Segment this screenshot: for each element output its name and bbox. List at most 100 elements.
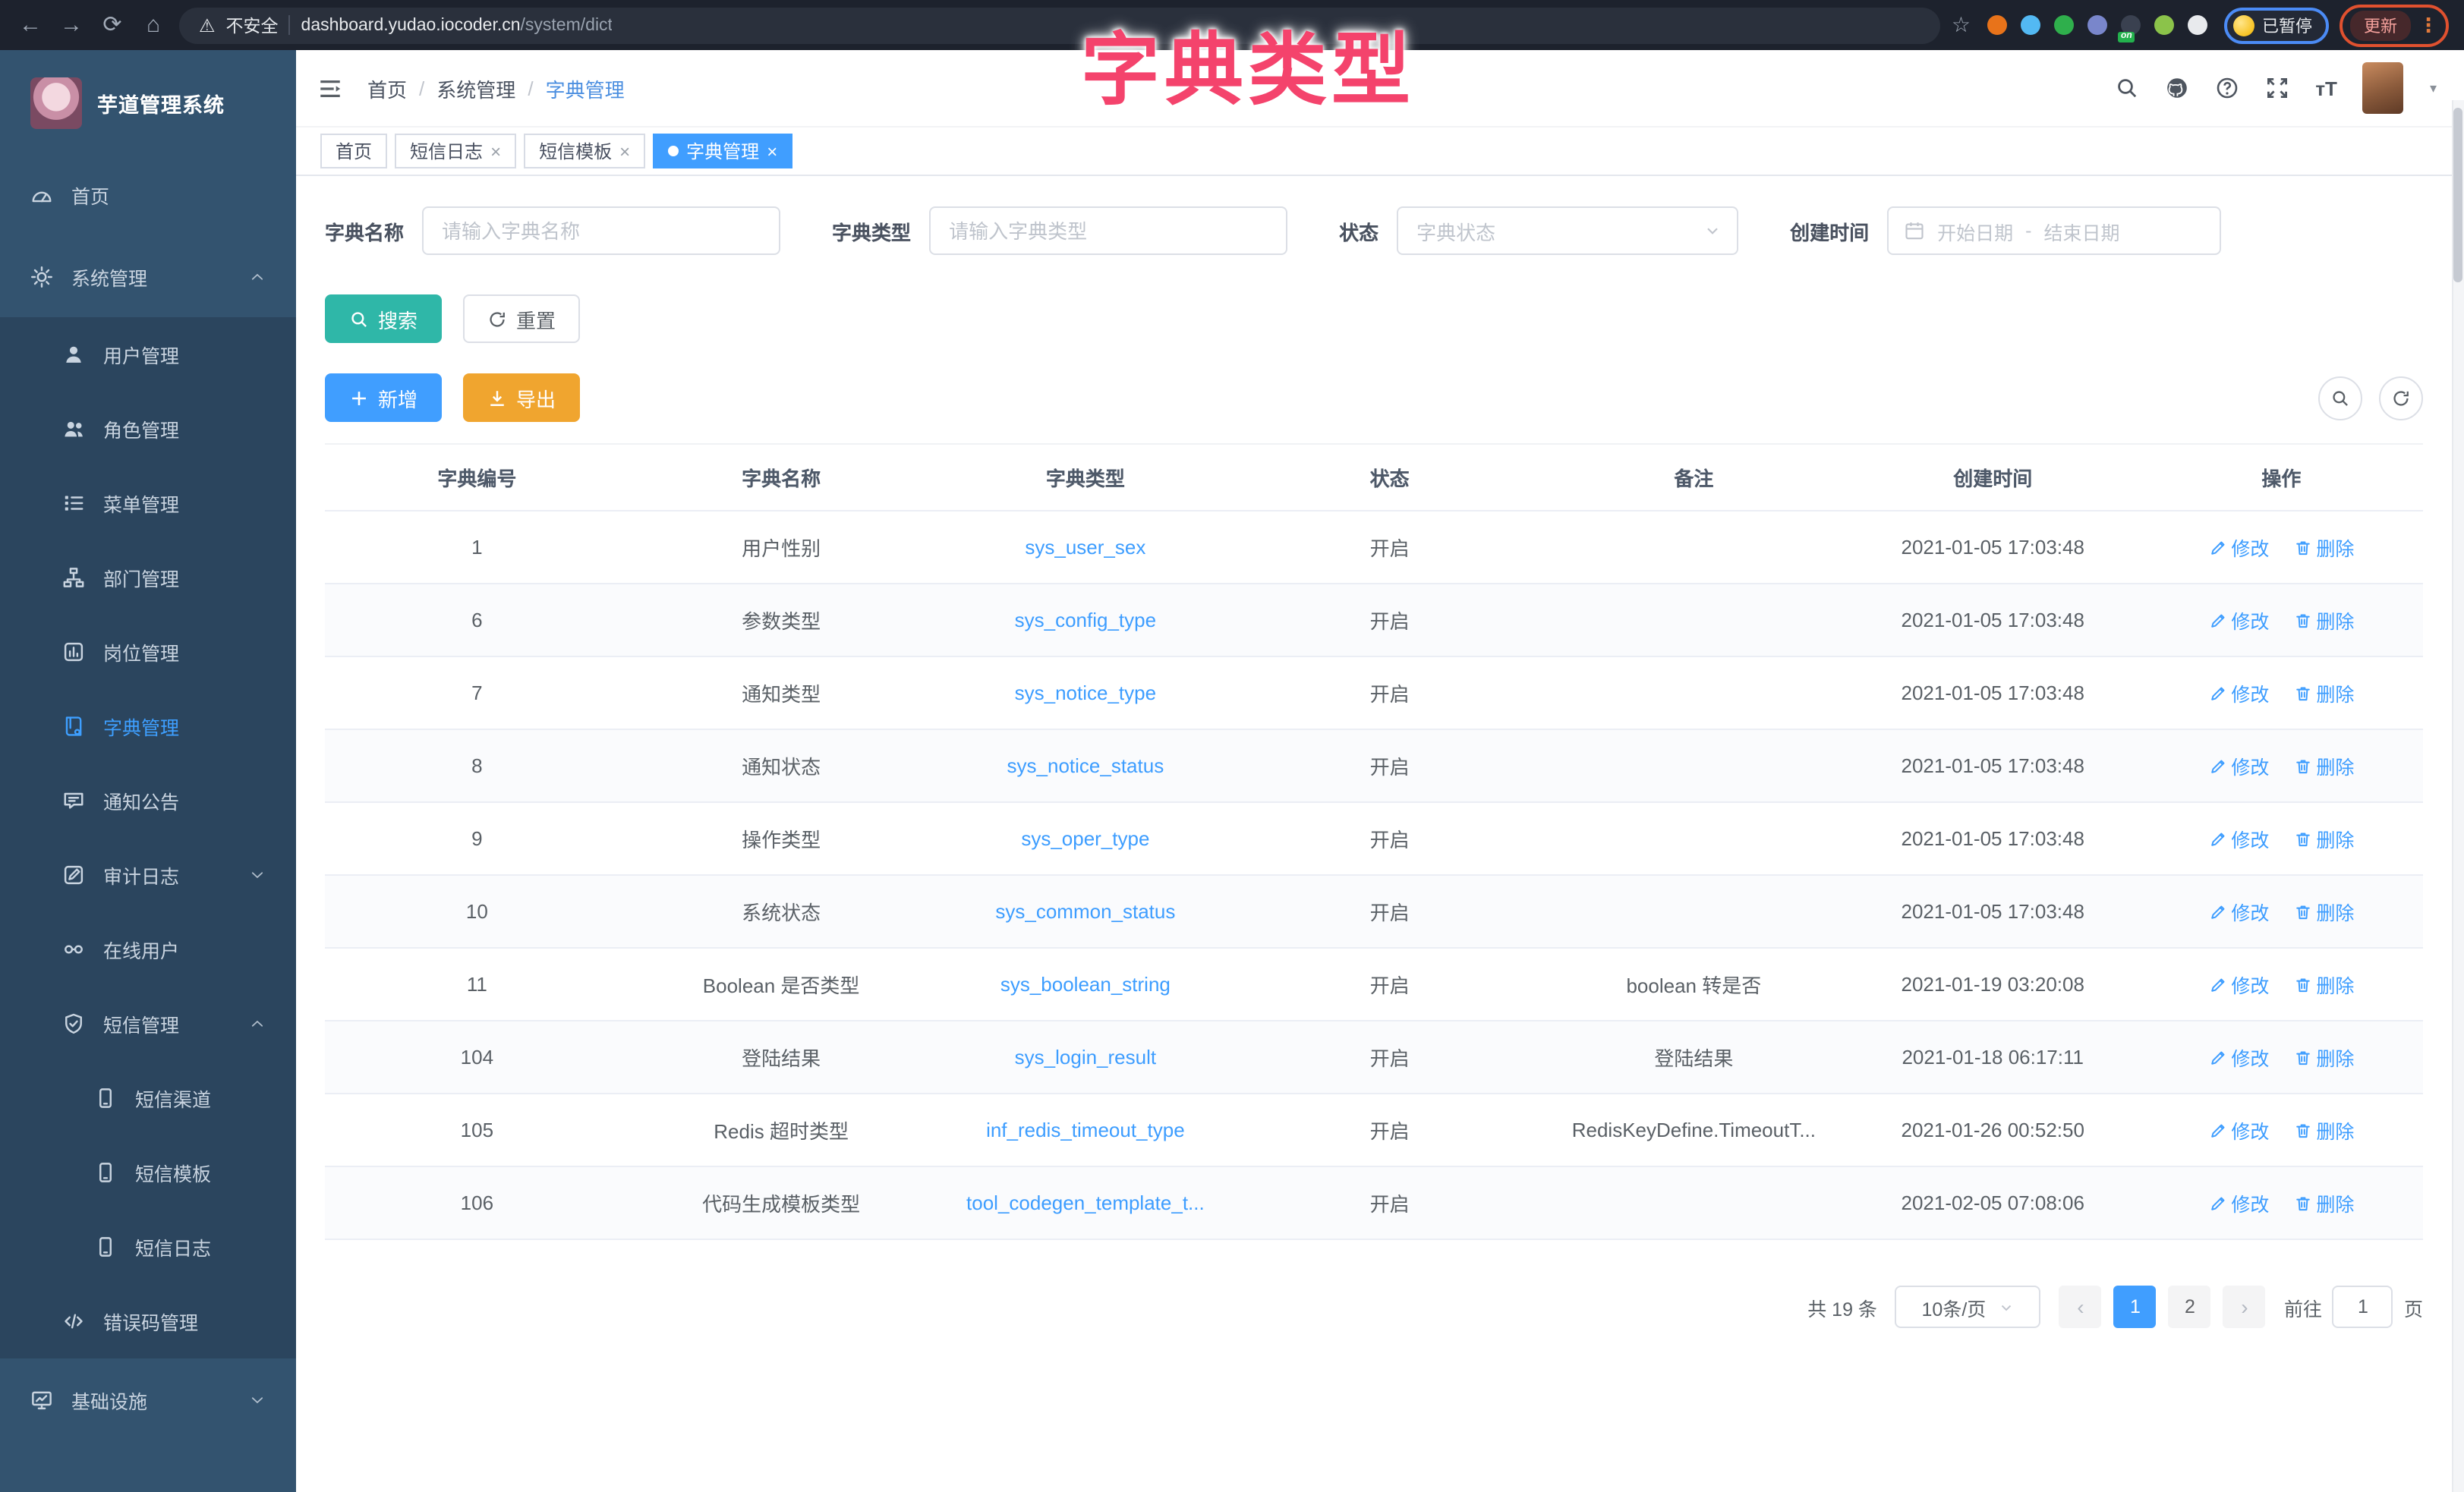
ext-leaf[interactable]: [2154, 15, 2174, 35]
refresh-table-button[interactable]: [2379, 376, 2423, 420]
edit-link[interactable]: 修改: [2208, 1043, 2269, 1072]
close-icon[interactable]: ×: [767, 142, 777, 160]
delete-link[interactable]: 删除: [2293, 1188, 2354, 1217]
edit-link[interactable]: 修改: [2208, 824, 2269, 853]
search-button[interactable]: 搜索: [325, 294, 442, 343]
sidebar-item-error-code[interactable]: 错误码管理: [0, 1284, 296, 1358]
sidebar-item-user-mgmt[interactable]: 用户管理: [0, 317, 296, 392]
sidebar-item-audit-log[interactable]: 审计日志: [0, 838, 296, 912]
sidebar-item-notice[interactable]: 通知公告: [0, 763, 296, 838]
profile-paused-chip[interactable]: 已暂停: [2224, 7, 2329, 43]
dict-type-link[interactable]: sys_common_status: [995, 900, 1175, 923]
dict-type-link[interactable]: sys_notice_type: [1015, 681, 1156, 704]
table-row[interactable]: 105 Redis 超时类型 inf_redis_timeout_type 开启…: [325, 1094, 2423, 1166]
dict-type-link[interactable]: sys_boolean_string: [1000, 973, 1171, 996]
avatar[interactable]: [2363, 62, 2404, 114]
page-size-select[interactable]: 10条/页: [1895, 1286, 2041, 1328]
table-row[interactable]: 1 用户性别 sys_user_sex 开启 2021-01-05 17:03:…: [325, 511, 2423, 584]
hamburger-icon[interactable]: [317, 75, 343, 101]
app-logo[interactable]: 芋道管理系统: [0, 50, 296, 153]
table-row[interactable]: 9 操作类型 sys_oper_type 开启 2021-01-05 17:03…: [325, 802, 2423, 875]
delete-link[interactable]: 删除: [2293, 897, 2354, 926]
delete-link[interactable]: 删除: [2293, 1116, 2354, 1144]
table-row[interactable]: 104 登陆结果 sys_login_result 开启 登陆结果 2021-0…: [325, 1021, 2423, 1094]
delete-link[interactable]: 删除: [2293, 751, 2354, 780]
dict-type-link[interactable]: tool_codegen_template_t...: [966, 1191, 1205, 1214]
table-row[interactable]: 7 通知类型 sys_notice_type 开启 2021-01-05 17:…: [325, 656, 2423, 729]
table-row[interactable]: 106 代码生成模板类型 tool_codegen_template_t... …: [325, 1166, 2423, 1239]
dict-type-link[interactable]: sys_login_result: [1015, 1046, 1156, 1069]
table-row[interactable]: 8 通知状态 sys_notice_status 开启 2021-01-05 1…: [325, 729, 2423, 802]
home-icon[interactable]: ⌂: [138, 14, 169, 36]
url-bar[interactable]: ⚠ 不安全 dashboard.yudao.iocoder.cn/system/…: [179, 7, 1941, 43]
chevron-down-icon[interactable]: ▾: [2430, 80, 2437, 96]
edit-link[interactable]: 修改: [2208, 970, 2269, 999]
delete-link[interactable]: 删除: [2293, 970, 2354, 999]
delete-link[interactable]: 删除: [2293, 824, 2354, 853]
edit-link[interactable]: 修改: [2208, 606, 2269, 634]
delete-link[interactable]: 删除: [2293, 1043, 2354, 1072]
sidebar-item-post-mgmt[interactable]: 岗位管理: [0, 615, 296, 689]
delete-link[interactable]: 删除: [2293, 606, 2354, 634]
edit-link[interactable]: 修改: [2208, 678, 2269, 707]
breadcrumb-item[interactable]: 首页: [367, 74, 407, 102]
sidebar-item-sms-log[interactable]: 短信日志: [0, 1210, 296, 1284]
dict-type-link[interactable]: inf_redis_timeout_type: [986, 1119, 1185, 1141]
delete-link[interactable]: 删除: [2293, 678, 2354, 707]
dict-type-input[interactable]: [929, 206, 1287, 255]
breadcrumb-item[interactable]: 系统管理: [436, 74, 515, 102]
scrollbar[interactable]: [2452, 100, 2464, 1492]
page-tab[interactable]: 字典管理 ×: [653, 134, 792, 168]
scrollbar-thumb[interactable]: [2453, 108, 2462, 282]
sidebar-item-system[interactable]: 系统管理: [0, 235, 296, 317]
close-icon[interactable]: ×: [619, 142, 630, 160]
sidebar-item-sms-template[interactable]: 短信模板: [0, 1135, 296, 1210]
font-size-icon[interactable]: ᴛT: [2315, 77, 2337, 99]
sidebar-item-sms-channel[interactable]: 短信渠道: [0, 1061, 296, 1135]
browser-menu-icon[interactable]: ⋮: [2418, 13, 2438, 37]
dict-type-link[interactable]: sys_user_sex: [1025, 536, 1145, 559]
dict-name-input[interactable]: [422, 206, 780, 255]
ext-ghost[interactable]: [2188, 15, 2207, 35]
date-range-picker[interactable]: 开始日期 - 结束日期: [1887, 206, 2221, 255]
sidebar-item-menu-mgmt[interactable]: 菜单管理: [0, 466, 296, 540]
edit-link[interactable]: 修改: [2208, 1116, 2269, 1144]
page-tab[interactable]: 首页: [320, 134, 387, 168]
page-number-button[interactable]: 2: [2169, 1286, 2211, 1328]
dict-type-link[interactable]: sys_oper_type: [1021, 827, 1149, 850]
breadcrumb-item[interactable]: 字典管理: [546, 74, 625, 102]
edit-link[interactable]: 修改: [2208, 1188, 2269, 1217]
back-icon[interactable]: ←: [15, 14, 46, 36]
sidebar-item-role-mgmt[interactable]: 角色管理: [0, 392, 296, 466]
sidebar-item-dict-mgmt[interactable]: 字典管理: [0, 689, 296, 763]
prev-page-button[interactable]: ‹: [2059, 1286, 2102, 1328]
update-button[interactable]: 更新: [2350, 10, 2411, 40]
bookmark-star-icon[interactable]: ☆: [1952, 12, 1971, 38]
show-search-button[interactable]: [2318, 376, 2362, 420]
dict-type-link[interactable]: sys_config_type: [1015, 609, 1156, 631]
close-icon[interactable]: ×: [490, 142, 501, 160]
delete-link[interactable]: 删除: [2293, 533, 2354, 562]
fullscreen-icon[interactable]: [2265, 76, 2289, 100]
table-row[interactable]: 6 参数类型 sys_config_type 开启 2021-01-05 17:…: [325, 584, 2423, 656]
sidebar-item-infra[interactable]: 基础设施: [0, 1358, 296, 1440]
ext-blue-gem[interactable]: [2021, 15, 2040, 35]
sidebar-item-home[interactable]: 首页: [0, 153, 296, 235]
sidebar-item-dept-mgmt[interactable]: 部门管理: [0, 540, 296, 615]
dict-type-link[interactable]: sys_notice_status: [1007, 754, 1164, 777]
github-icon[interactable]: [2165, 76, 2189, 100]
search-icon[interactable]: [2115, 76, 2139, 100]
page-tab[interactable]: 短信模板 ×: [524, 134, 645, 168]
export-button[interactable]: 导出: [463, 373, 580, 422]
table-row[interactable]: 10 系统状态 sys_common_status 开启 2021-01-05 …: [325, 875, 2423, 948]
edit-link[interactable]: 修改: [2208, 897, 2269, 926]
ext-proxy[interactable]: on: [2121, 15, 2141, 35]
page-number-button[interactable]: 1: [2114, 1286, 2157, 1328]
table-row[interactable]: 11 Boolean 是否类型 sys_boolean_string 开启 bo…: [325, 948, 2423, 1021]
forward-icon[interactable]: →: [56, 14, 87, 36]
help-icon[interactable]: [2215, 76, 2239, 100]
next-page-button[interactable]: ›: [2223, 1286, 2266, 1328]
ext-orange-ring[interactable]: [1987, 15, 2007, 35]
reset-button[interactable]: 重置: [463, 294, 580, 343]
goto-page-input[interactable]: [2333, 1286, 2393, 1328]
